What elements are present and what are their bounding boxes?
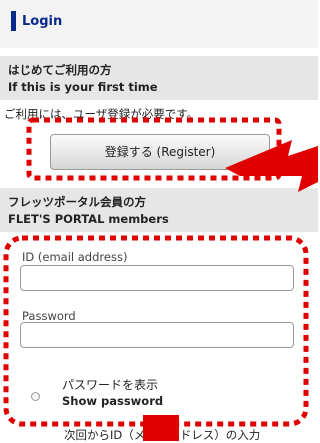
show-password-label-en: Show password	[62, 394, 164, 408]
login-header: Login	[0, 0, 318, 48]
first-time-heading-en: If this is your first time	[8, 80, 158, 94]
password-input[interactable]	[20, 322, 294, 348]
show-password-label-jp: パスワードを表示	[62, 378, 159, 392]
members-section-header: フレッツポータル会員の方 FLET'S PORTAL members	[0, 188, 318, 232]
register-button[interactable]: 登録する (Register)	[50, 134, 270, 170]
registration-notice: ご利用には、ユーザ登録が必要です。	[4, 107, 199, 121]
show-password-toggle[interactable]	[31, 392, 40, 401]
first-time-heading-jp: はじめてご利用の方	[8, 63, 112, 77]
header-accent-bar	[11, 11, 16, 31]
id-input[interactable]	[20, 265, 294, 291]
members-heading-jp: フレッツポータル会員の方	[8, 195, 146, 209]
password-field-label: Password	[22, 309, 76, 323]
page-title: Login	[22, 14, 63, 29]
members-heading-en: FLET'S PORTAL members	[8, 212, 169, 226]
first-time-section-header: はじめてご利用の方 If this is your first time	[0, 56, 318, 100]
id-field-label: ID (email address)	[22, 250, 128, 264]
